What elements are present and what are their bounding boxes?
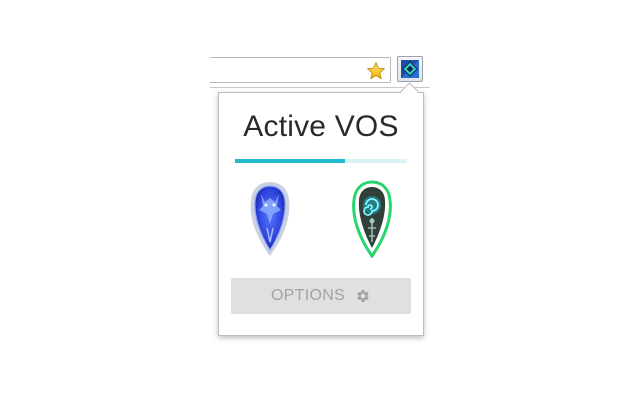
progress-fill: [235, 159, 346, 163]
options-label: OPTIONS: [270, 287, 346, 304]
gear-icon: [357, 290, 369, 302]
progress-bar: [235, 159, 407, 163]
browser-toolbar: [210, 54, 430, 88]
popup-title: Active VOS: [243, 110, 399, 143]
address-bar[interactable]: [210, 57, 391, 83]
vos-extension-button[interactable]: [397, 56, 423, 82]
vos-extension-icon: [401, 60, 419, 78]
screen: Active VOS OPTIONS: [0, 0, 640, 400]
toolbar-divider: [210, 87, 430, 88]
star-icon[interactable]: [366, 61, 386, 81]
options-button[interactable]: OPTIONS: [231, 278, 411, 314]
extension-popup: Active VOS OPTIONS: [218, 92, 424, 336]
blue-wolf-emblem[interactable]: [247, 180, 293, 258]
green-swirl-emblem[interactable]: [349, 180, 395, 258]
